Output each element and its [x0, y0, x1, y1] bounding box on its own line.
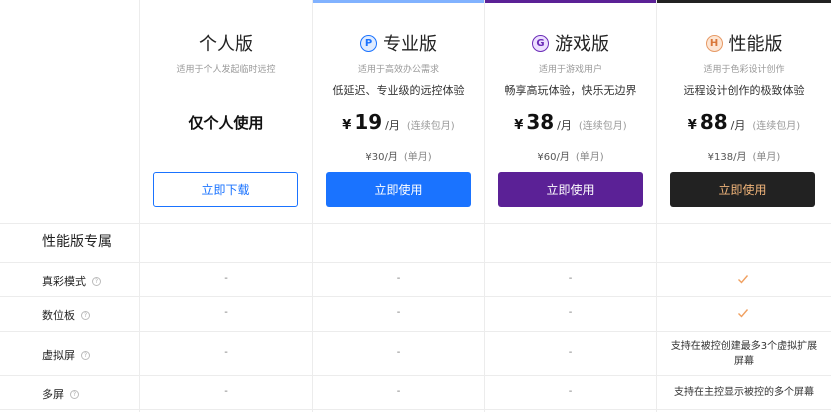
price: ¥38/月 (连续包月)	[514, 110, 627, 134]
feature-cell: 支持在被控创建最多3个虚拟扩展 屏幕	[670, 341, 818, 367]
game-badge-icon: G	[532, 34, 549, 52]
feature-cell: -	[396, 273, 401, 284]
plan-title: 个人版	[199, 34, 253, 55]
row-divider	[0, 262, 831, 263]
price: ¥19/月 (连续包月)	[342, 110, 455, 134]
feature-cell: -	[568, 347, 573, 358]
plan-accent-bar	[485, 0, 656, 3]
row-divider	[0, 331, 831, 332]
pro-use-button[interactable]: 立即使用	[326, 172, 471, 207]
plan-subtitle: 适用于高效办公需求	[357, 65, 439, 75]
plan-subtitle: 适用于游戏用户	[538, 65, 602, 75]
help-icon[interactable]: ?	[70, 389, 79, 399]
price: ¥88/月 (连续包月)	[687, 110, 801, 134]
plan-personal: 个人版 适用于个人发起临时远控 仅个人使用 立即下载	[140, 0, 312, 223]
plan-subtitle: 适用于色彩设计创作	[703, 65, 785, 75]
help-icon[interactable]: ?	[81, 310, 90, 320]
plan-accent-bar	[313, 0, 484, 3]
usage-label: 仅个人使用	[188, 114, 264, 132]
row-divider	[0, 296, 831, 297]
performance-use-button[interactable]: 立即使用	[670, 172, 815, 207]
row-divider	[0, 223, 831, 224]
monthly-price: ¥138/月 (单月)	[707, 152, 781, 163]
performance-badge-icon: H	[705, 34, 723, 52]
plan-accent-bar	[657, 0, 831, 3]
plan-title: P 专业版	[313, 30, 484, 56]
game-use-button[interactable]: 立即使用	[498, 172, 643, 207]
feature-cell: -	[568, 307, 573, 318]
check-icon	[738, 309, 749, 318]
row-divider	[0, 375, 831, 376]
pro-badge-icon: P	[360, 34, 377, 52]
feature-cell: -	[224, 386, 228, 397]
feature-cell: -	[568, 386, 573, 397]
download-button[interactable]: 立即下载	[153, 172, 298, 207]
plan-subtitle: 适用于个人发起临时远控	[176, 65, 276, 75]
section-title: 性能版专属	[42, 234, 112, 250]
plan-description: 低延迟、专业级的远控体验	[332, 84, 465, 97]
check-icon	[738, 275, 749, 284]
feature-label: 真彩模式?	[42, 273, 101, 289]
plan-game: G 游戏版 适用于游戏用户 畅享高玩体验，快乐无边界 ¥38/月 (连续包月) ¥…	[485, 0, 656, 223]
feature-cell: -	[396, 347, 401, 358]
monthly-price: ¥30/月 (单月)	[365, 152, 432, 163]
plan-pro: P 专业版 适用于高效办公需求 低延迟、专业级的远控体验 ¥19/月 (连续包月)…	[313, 0, 484, 223]
row-divider	[0, 409, 831, 410]
feature-cell: -	[568, 273, 573, 284]
help-icon[interactable]: ?	[81, 350, 90, 360]
feature-label: 虚拟屏?	[42, 347, 90, 363]
feature-cell: -	[396, 386, 401, 397]
monthly-price: ¥60/月 (单月)	[537, 152, 604, 163]
feature-cell: -	[396, 307, 401, 318]
plan-description: 畅享高玩体验，快乐无边界	[504, 84, 637, 97]
help-icon[interactable]: ?	[92, 276, 101, 286]
plan-title: G 游戏版	[485, 30, 656, 56]
feature-label: 多屏?	[42, 386, 79, 402]
feature-label: 数位板?	[42, 307, 90, 323]
plan-performance: H 性能版 适用于色彩设计创作 远程设计创作的极致体验 ¥88/月 (连续包月) …	[657, 0, 831, 223]
feature-cell: -	[224, 273, 228, 284]
feature-cell: -	[224, 307, 228, 318]
plan-title: H 性能版	[657, 30, 831, 56]
feature-cell: 支持在主控显示被控的多个屏幕	[674, 387, 814, 398]
feature-cell: -	[224, 347, 228, 358]
plan-description: 远程设计创作的极致体验	[683, 84, 805, 97]
